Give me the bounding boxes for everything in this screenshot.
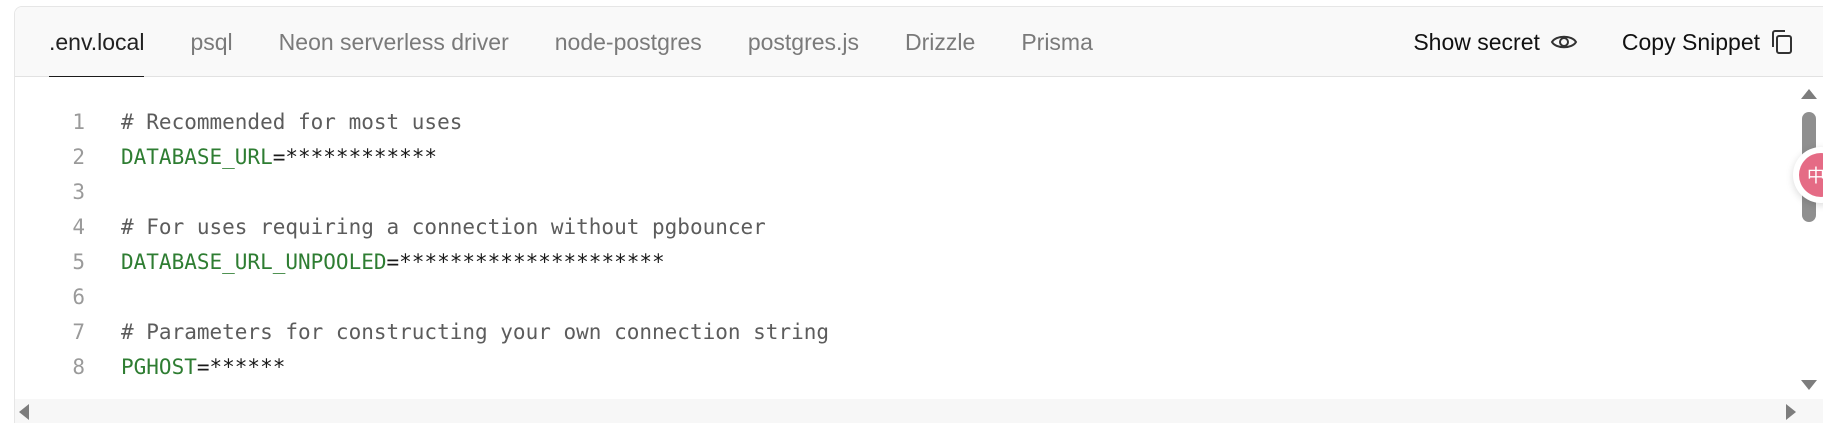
snippet-actions: Show secret Copy Snippet (1413, 7, 1794, 77)
tab-env-local[interactable]: .env.local (49, 7, 145, 78)
tab-prisma[interactable]: Prisma (1021, 7, 1093, 77)
env-key: PGHOST (121, 354, 197, 379)
scroll-right-arrow-icon[interactable] (1786, 404, 1796, 420)
code-line: 7 # Parameters for constructing your own… (15, 314, 829, 349)
code-line: 6 (15, 279, 85, 314)
line-number: 6 (72, 284, 85, 309)
env-key: DATABASE_URL (121, 144, 273, 169)
line-number: 1 (72, 109, 85, 134)
code-comment: # Parameters for constructing your own c… (121, 319, 830, 344)
tab-bar: .env.local psql Neon serverless driver n… (15, 7, 1823, 78)
connection-snippet-panel: .env.local psql Neon serverless driver n… (14, 6, 1823, 423)
translate-badge-icon: 中 (1799, 153, 1823, 197)
line-number: 7 (72, 319, 85, 344)
scroll-left-arrow-icon[interactable] (19, 404, 29, 420)
code-assignment: DATABASE_URL=************ (121, 145, 437, 169)
tab-neon-serverless-driver[interactable]: Neon serverless driver (279, 7, 509, 77)
code-line: 4 # For uses requiring a connection with… (15, 209, 765, 244)
line-number: 4 (72, 214, 85, 239)
tab-postgres-js[interactable]: postgres.js (748, 7, 859, 77)
env-value-masked: =************ (272, 144, 438, 169)
tab-psql[interactable]: psql (190, 7, 232, 77)
line-number: 2 (72, 144, 85, 169)
copy-snippet-label: Copy Snippet (1621, 28, 1760, 55)
code-block[interactable]: 1 # Recommended for most uses 2 DATABASE… (15, 77, 1793, 399)
tab-list: .env.local psql Neon serverless driver n… (49, 7, 1139, 78)
eye-icon (1550, 32, 1578, 52)
tab-drizzle[interactable]: Drizzle (905, 7, 975, 77)
code-line: 3 (15, 174, 85, 209)
code-line: 5 DATABASE_URL_UNPOOLED=****************… (15, 244, 664, 279)
show-secret-button[interactable]: Show secret (1413, 29, 1578, 56)
env-value-masked: =****** (196, 354, 286, 379)
horizontal-scrollbar[interactable] (15, 399, 1823, 423)
vertical-scrollbar[interactable] (1793, 77, 1823, 399)
line-number: 3 (72, 179, 85, 204)
code-line: 2 DATABASE_URL=************ (15, 139, 437, 174)
code-comment: # Recommended for most uses (121, 109, 463, 134)
scroll-up-arrow-icon[interactable] (1801, 89, 1817, 99)
scroll-down-arrow-icon[interactable] (1801, 380, 1817, 390)
copy-snippet-button[interactable]: Copy Snippet (1622, 29, 1794, 56)
code-assignment: PGHOST=****** (121, 355, 285, 379)
code-line: 8 PGHOST=****** (15, 349, 285, 384)
line-number: 8 (72, 354, 85, 379)
tab-node-postgres[interactable]: node-postgres (555, 7, 702, 77)
code-assignment: DATABASE_URL_UNPOOLED=******************… (121, 250, 665, 274)
copy-icon (1770, 29, 1794, 55)
code-comment: # For uses requiring a connection withou… (121, 214, 766, 239)
code-line: 1 # Recommended for most uses (15, 104, 462, 139)
show-secret-label: Show secret (1413, 28, 1540, 55)
env-value-masked: =********************* (386, 249, 665, 274)
line-number: 5 (72, 249, 85, 274)
env-key: DATABASE_URL_UNPOOLED (121, 249, 387, 274)
